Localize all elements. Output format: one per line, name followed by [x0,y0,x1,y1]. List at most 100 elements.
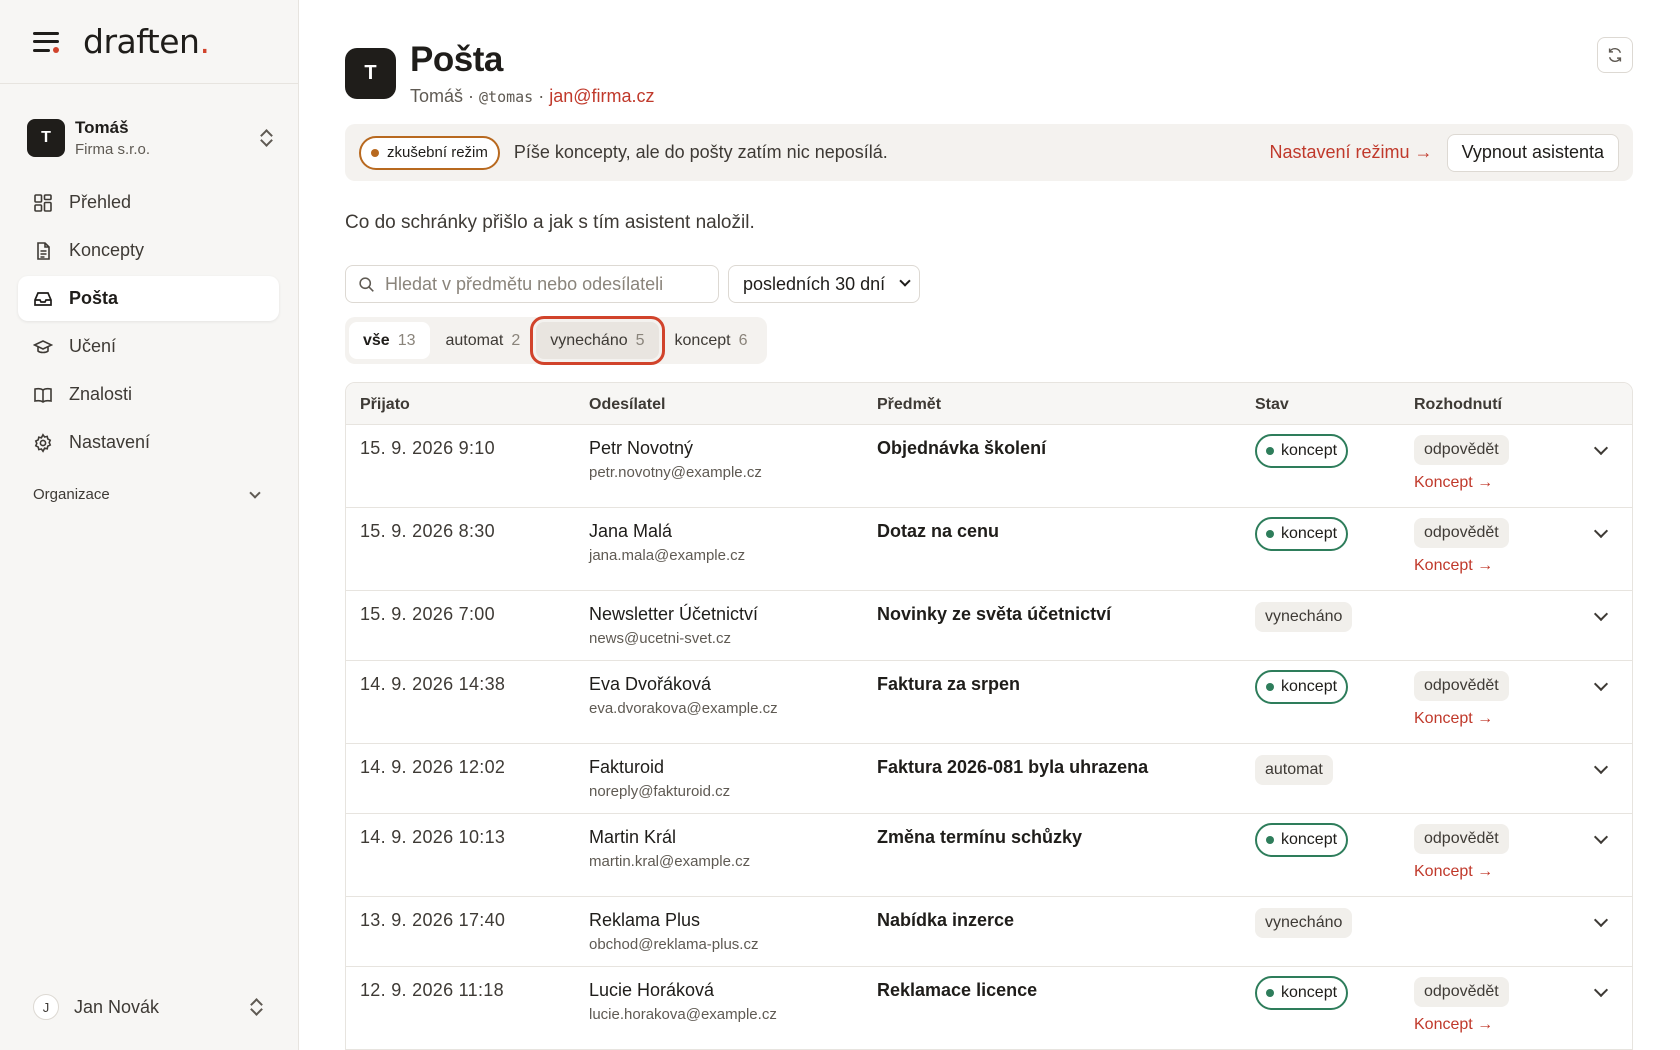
sender-name: Lucie Horáková [589,980,715,1000]
sender-email: noreply@fakturoid.cz [589,783,731,800]
subject: Faktura 2026-081 byla uhrazena [877,757,1149,777]
decision-badge: odpovědět [1414,671,1509,701]
sender-cell: Petr Novotný petr.novotny@example.cz [589,438,762,481]
sender-email: jana.mala@example.cz [589,547,746,564]
sender-cell: Lucie Horáková lucie.horakova@example.cz [589,980,777,1023]
state-cell: vynecháno [1255,600,1353,632]
sidebar-item-label: Koncepty [69,240,145,260]
state-cell: automat [1255,753,1333,785]
menu-icon[interactable] [33,31,59,53]
mailbox-email-link[interactable]: jan@firma.cz [549,86,654,106]
table-row[interactable]: 13. 9. 2026 17:40 Reklama Plus obchod@re… [346,897,1632,967]
sidebar-item-znalosti[interactable]: Znalosti [18,372,279,417]
open-draft-link[interactable]: Koncept → [1414,863,1509,881]
sender-name: Reklama Plus [589,910,701,930]
mailbox-avatar: T [345,48,396,99]
sidebar-item-uceni[interactable]: Učení [18,324,279,369]
banner-text: Píše koncepty, ale do pošty zatím nic ne… [513,142,888,162]
decision-cell: odpovědět Koncept → [1414,435,1509,492]
table-row[interactable]: 15. 9. 2026 8:30 Jana Malá jana.mala@exa… [346,508,1632,591]
user-menu[interactable]: J Jan Novák [33,994,263,1020]
status-badge: koncept [1255,517,1349,551]
expand-chevron-icon[interactable] [1593,912,1609,928]
disable-assistant-button[interactable]: Vypnout asistenta [1446,133,1619,172]
mode-settings-link[interactable]: Nastavení režimu → [1270,142,1433,163]
sidebar-item-posta[interactable]: Pošta [18,276,279,321]
chevron-down-icon [899,275,911,287]
account-switcher[interactable]: T Tomáš Firma s.r.o. [27,114,273,162]
table-row[interactable]: 14. 9. 2026 12:02 Fakturoid noreply@fakt… [346,744,1632,814]
sender-name: Eva Dvořáková [589,674,712,694]
expand-chevron-icon[interactable] [1593,676,1609,692]
status-badge: vynecháno [1255,602,1353,632]
decision-badge: odpovědět [1414,518,1509,548]
table-row[interactable]: 12. 9. 2026 11:18 Lucie Horáková lucie.h… [346,967,1632,1050]
inbox-icon [33,289,53,309]
table-row[interactable]: 14. 9. 2026 14:38 Eva Dvořáková eva.dvor… [346,661,1632,744]
search-input[interactable]: Hledat v předmětu nebo odesílateli [345,265,719,303]
tab-koncept[interactable]: koncept 6 [661,322,762,359]
page-description: Co do schránky přišlo a jak s tím asiste… [345,212,755,233]
refresh-button[interactable] [1597,37,1633,73]
sidebar-item-label: Učení [69,336,117,356]
subject: Faktura za srpen [877,674,1021,694]
account-avatar: T [27,119,65,157]
sidebar-item-label: Znalosti [69,384,133,404]
brand-bar: draften. [0,0,298,84]
trial-mode-badge[interactable]: zkušební režim [359,135,500,170]
status-badge: koncept [1255,823,1349,857]
logo[interactable]: draften. [83,22,210,61]
open-draft-link[interactable]: Koncept → [1414,710,1509,728]
expand-chevron-icon[interactable] [1593,759,1609,775]
table-row[interactable]: 15. 9. 2026 7:00 Newsletter Účetnictví n… [346,591,1632,661]
subject: Dotaz na cenu [877,521,1000,541]
document-icon [33,241,53,261]
sender-cell: Newsletter Účetnictví news@ucetni-svet.c… [589,604,758,647]
table-row[interactable]: 14. 9. 2026 10:13 Martin Král martin.kra… [346,814,1632,897]
received-date: 15. 9. 2026 8:30 [360,521,495,541]
account-name: Tomáš [75,118,129,137]
sidebar-item-prehled[interactable]: Přehled [18,180,279,225]
mailbox-handle: @tomas [479,88,534,106]
sidebar-nav: Přehled Koncepty Pošta Učení Znalosti Na… [18,180,279,468]
tab-vynechano[interactable]: vynecháno 5 [530,316,665,365]
decision-cell: odpovědět Koncept → [1414,824,1509,881]
subject: Nabídka inzerce [877,910,1015,930]
filter-tabs: vše 13 automat 2 vynecháno 5 koncept 6 [345,316,768,365]
expand-chevron-icon[interactable] [1593,440,1609,456]
assistant-mode-banner: zkušební režim Píše koncepty, ale do poš… [345,124,1633,181]
expand-chevron-icon[interactable] [1593,606,1609,622]
expand-chevron-icon[interactable] [1593,829,1609,845]
sender-email: obchod@reklama-plus.cz [589,936,759,953]
subject: Novinky ze světa účetnictví [877,604,1112,624]
sidebar-item-koncepty[interactable]: Koncepty [18,228,279,273]
organization-toggle[interactable]: Organizace [33,486,263,503]
state-cell: koncept [1255,517,1349,551]
subject: Reklamace licence [877,980,1038,1000]
sender-name: Fakturoid [589,757,665,777]
chevron-down-icon [249,486,261,499]
tab-vse[interactable]: vše 13 [349,322,430,359]
status-badge: koncept [1255,434,1349,468]
open-draft-link[interactable]: Koncept → [1414,474,1509,492]
chevron-updown-icon [259,129,273,147]
status-badge: automat [1255,755,1333,785]
gear-icon [33,432,53,453]
state-cell: koncept [1255,670,1349,704]
period-select[interactable]: posledních 30 dní [728,265,920,303]
decision-badge: odpovědět [1414,824,1509,854]
tab-automat[interactable]: automat 2 [432,322,535,359]
table-header: Přijato Odesílatel Předmět Stav Rozhodnu… [346,383,1632,425]
open-draft-link[interactable]: Koncept → [1414,1016,1509,1034]
column-header-subject: Předmět [877,396,942,413]
expand-chevron-icon[interactable] [1593,982,1609,998]
open-draft-link[interactable]: Koncept → [1414,557,1509,575]
page-title: Pošta [410,40,503,79]
sender-email: petr.novotny@example.cz [589,464,762,481]
sender-name: Jana Malá [589,521,673,541]
table-row[interactable]: 15. 9. 2026 9:10 Petr Novotný petr.novot… [346,425,1632,508]
expand-chevron-icon[interactable] [1593,523,1609,539]
sidebar-item-label: Pošta [69,288,119,308]
subject: Změna termínu schůzky [877,827,1083,847]
sidebar-item-nastaveni[interactable]: Nastavení [18,420,279,465]
